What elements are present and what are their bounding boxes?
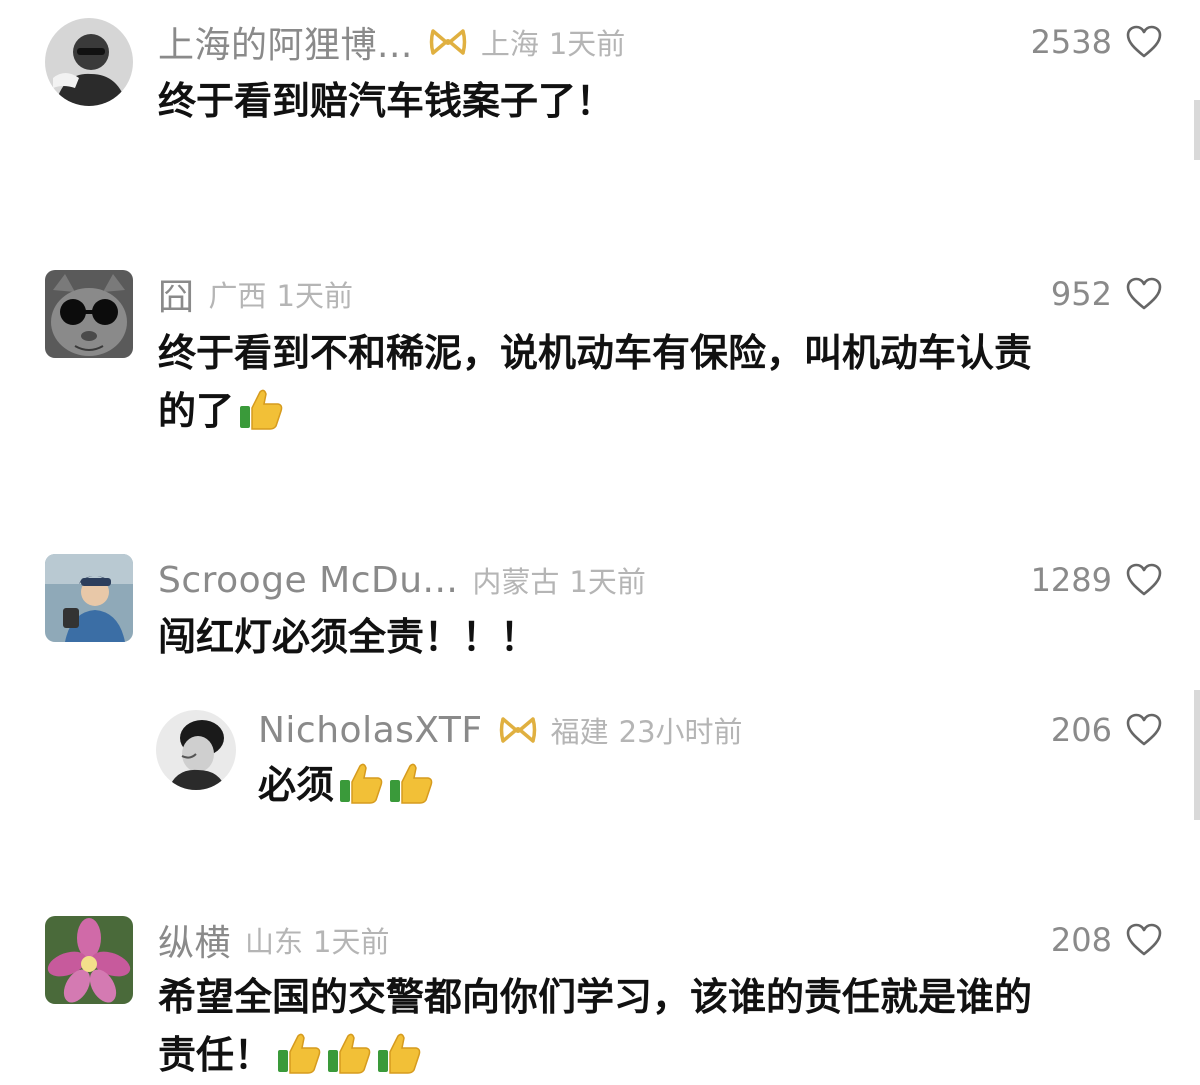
like-count: 952 xyxy=(1050,275,1112,313)
like-count: 208 xyxy=(1050,921,1112,959)
username[interactable]: 上海的阿狸博... xyxy=(158,16,413,68)
gold-ribbon-badge-icon xyxy=(499,713,537,747)
comment-location: 上海 xyxy=(480,27,539,61)
like-control[interactable]: 2538 xyxy=(1031,18,1162,66)
avatar[interactable] xyxy=(45,18,133,106)
comment-time: 1天前 xyxy=(313,925,390,959)
like-control[interactable]: 208 xyxy=(1051,916,1162,964)
comment-time: 23小时前 xyxy=(618,715,743,749)
comment-item: 上海的阿狸博... 上海 1天前 2538 终于看到赔汽车钱案子了！ xyxy=(0,0,1200,230)
heart-outline-icon[interactable] xyxy=(1126,277,1162,311)
avatar[interactable] xyxy=(156,710,236,790)
comment-header: NicholasXTF 福建 23小时前 xyxy=(258,706,743,754)
comment-text: 希望全国的交警都向你们学习，该谁的责任就是谁的 责任！ xyxy=(158,968,1158,1084)
comment-location: 福建 xyxy=(550,715,609,749)
comment-text-tail: 的了 xyxy=(158,389,235,433)
reply-item: NicholasXTF 福建 23小时前 206 必须 xyxy=(0,700,1200,830)
heart-outline-icon[interactable] xyxy=(1126,713,1162,747)
comment-item: 纵横 山东 1天前 208 希望全国的交警都向你们学习，该谁的责任就是谁的 责任… xyxy=(0,900,1200,1085)
username[interactable]: Scrooge McDu... xyxy=(158,560,458,601)
comment-text: 必须 xyxy=(258,756,434,814)
username[interactable]: 囧 xyxy=(158,268,195,320)
like-count: 2538 xyxy=(1030,23,1112,61)
scrollbar-segment[interactable] xyxy=(1194,690,1200,820)
avatar[interactable] xyxy=(45,916,133,1004)
heart-outline-icon[interactable] xyxy=(1126,563,1162,597)
username[interactable]: 纵横 xyxy=(158,914,231,966)
thumbs-up-emoji xyxy=(238,386,284,430)
comment-header: 囧 广西 1天前 xyxy=(158,270,353,318)
thumbs-up-emoji xyxy=(388,760,434,804)
like-count: 206 xyxy=(1050,711,1112,749)
like-control[interactable]: 206 xyxy=(1051,706,1162,754)
comment-time: 1天前 xyxy=(569,565,646,599)
comment-header: 上海的阿狸博... 上海 1天前 xyxy=(158,18,625,66)
comment-header: 纵横 山东 1天前 xyxy=(158,916,389,964)
comment-location: 内蒙古 xyxy=(472,565,560,599)
avatar[interactable] xyxy=(45,554,133,642)
avatar[interactable] xyxy=(45,270,133,358)
scrollbar-segment[interactable] xyxy=(1194,100,1200,160)
username[interactable]: NicholasXTF xyxy=(258,710,483,751)
like-control[interactable]: 952 xyxy=(1051,270,1162,318)
comment-text-line: 希望全国的交警都向你们学习，该谁的责任就是谁的 xyxy=(158,975,1033,1019)
like-control[interactable]: 1289 xyxy=(1031,556,1162,604)
comment-text-line: 的了 xyxy=(158,382,1158,440)
comment-text-line: 责任！ xyxy=(158,1026,1158,1084)
reply-text: 必须 xyxy=(258,763,335,807)
comment-time: 1天前 xyxy=(548,27,626,61)
thumbs-up-emoji xyxy=(376,1030,422,1074)
comment-header: Scrooge McDu... 内蒙古 1天前 xyxy=(158,556,646,604)
comment-location: 广西 xyxy=(208,279,267,313)
thumbs-up-emoji xyxy=(276,1030,322,1074)
comment-text-line: 终于看到不和稀泥，说机动车有保险，叫机动车认责 xyxy=(158,331,1033,375)
gold-ribbon-badge-icon xyxy=(429,25,467,59)
heart-outline-icon[interactable] xyxy=(1126,923,1162,957)
thumbs-up-emoji xyxy=(326,1030,372,1074)
comment-location: 山东 xyxy=(245,925,304,959)
comment-text-tail: 责任！ xyxy=(158,1033,273,1077)
heart-outline-icon[interactable] xyxy=(1126,25,1162,59)
comment-text: 终于看到不和稀泥，说机动车有保险，叫机动车认责 的了 xyxy=(158,324,1158,440)
comment-text: 终于看到赔汽车钱案子了！ xyxy=(158,79,615,123)
comment-time: 1天前 xyxy=(276,279,353,313)
thumbs-up-emoji xyxy=(338,760,384,804)
comment-item: Scrooge McDu... 内蒙古 1天前 1289 闯红灯必须全责！！！ xyxy=(0,540,1200,690)
like-count: 1289 xyxy=(1030,561,1112,599)
comment-text: 闯红灯必须全责！！！ xyxy=(158,615,539,659)
comment-item: 囧 广西 1天前 952 终于看到不和稀泥，说机动车有保险，叫机动车认责 的了 xyxy=(0,250,1200,530)
